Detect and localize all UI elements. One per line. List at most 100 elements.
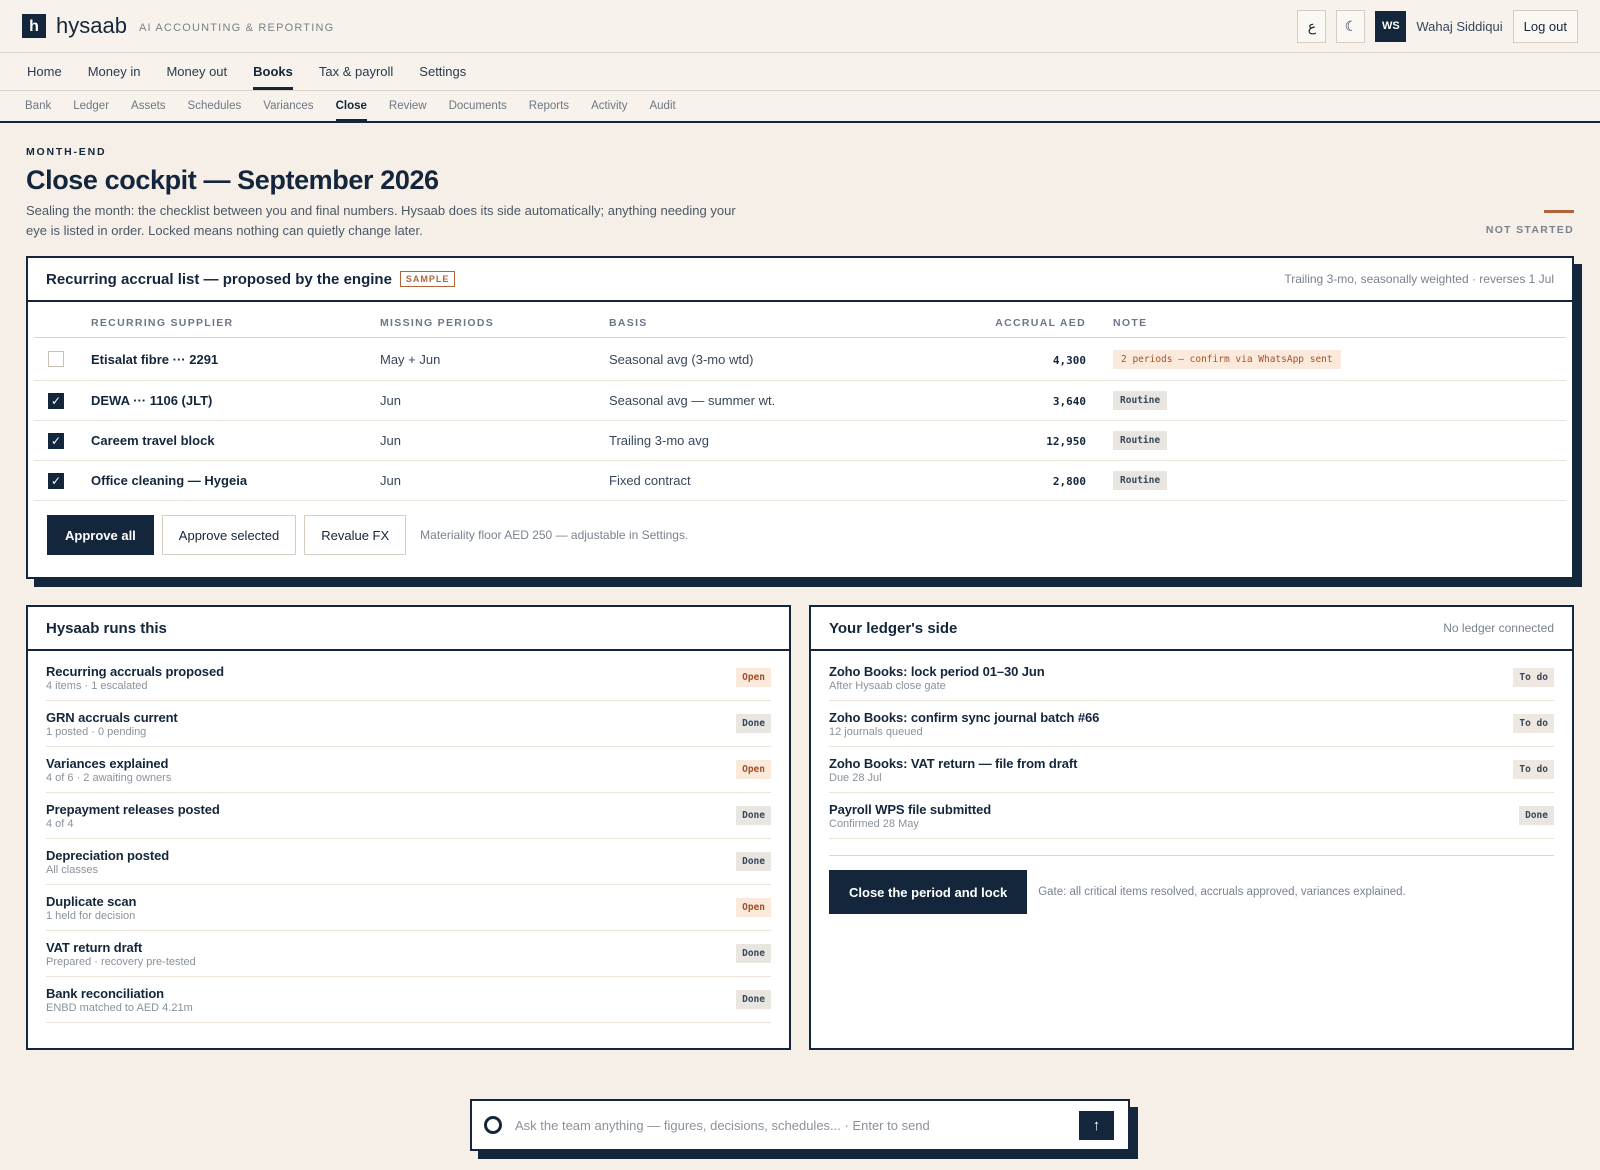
- subnav-item-review[interactable]: Review: [389, 91, 427, 121]
- checklist-item[interactable]: Depreciation posted All classes Done: [46, 839, 771, 885]
- hysaab-side-header: Hysaab runs this: [28, 607, 789, 651]
- close-period-button[interactable]: Close the period and lock: [829, 870, 1028, 914]
- page-header: MONTH-END Close cockpit — September 2026…: [26, 146, 1574, 241]
- accrual-rows: Etisalat fibre ··· 2291 May + Jun Seasonal…: [34, 338, 1566, 501]
- subnav-item-variances[interactable]: Variances: [263, 91, 313, 121]
- theme-toggle-icon[interactable]: ☾: [1336, 9, 1366, 43]
- accrual-amount-cell: 2,800: [879, 473, 1086, 488]
- accrual-table-header: RECURRING SUPPLIER MISSING PERIODS BASIS…: [34, 302, 1566, 338]
- checklist-item[interactable]: Duplicate scan 1 held for decision Open: [46, 885, 771, 931]
- accrual-amount: 3,640: [1052, 395, 1086, 408]
- table-row: ✓ Office cleaning — Hygeia Jun Fixed contra…: [34, 461, 1566, 501]
- subnav-item-ledger[interactable]: Ledger: [73, 91, 109, 121]
- checklist-item-title: Depreciation posted: [46, 847, 170, 863]
- user-name[interactable]: Wahaj Siddiqui: [1416, 19, 1502, 34]
- logo-icon[interactable]: h: [22, 14, 46, 38]
- row-checkbox[interactable]: [48, 351, 64, 367]
- note-badge: Routine: [1113, 471, 1168, 490]
- nav-item-books[interactable]: Books: [253, 53, 293, 90]
- checklist-item[interactable]: Prepayment releases posted 4 of 4 Done: [46, 793, 771, 839]
- nav-item-tax-payroll[interactable]: Tax & payroll: [319, 53, 393, 90]
- checklist-item[interactable]: GRN accruals current 1 posted · 0 pending…: [46, 701, 771, 747]
- status-badge: Done: [736, 990, 771, 1009]
- approve-all-button[interactable]: Approve all: [47, 515, 154, 555]
- accrual-basis: Seasonal avg — summer wt.: [609, 393, 776, 408]
- table-row: ✓ DEWA ··· 1106 (JLT) Jun Seasonal avg — su…: [34, 381, 1566, 421]
- checklist-item-detail: 4 of 6 · 2 awaiting owners: [46, 771, 172, 784]
- language-toggle-button[interactable]: ع: [1297, 9, 1327, 43]
- missing-periods: Jun: [380, 433, 401, 448]
- subnav-item-schedules[interactable]: Schedules: [188, 91, 242, 121]
- ask-input[interactable]: Ask the team anything — figures, decisio…: [515, 1118, 930, 1133]
- checklist-item[interactable]: Payroll WPS file submitted Confirmed 28 M…: [829, 793, 1554, 839]
- checklist-item-detail: 4 items · 1 escalated: [46, 679, 148, 692]
- col-accrual: ACCRUAL AED: [995, 317, 1086, 329]
- avatar[interactable]: WS: [1375, 10, 1407, 42]
- row-checkbox[interactable]: ✓: [48, 472, 64, 489]
- ledger-side-header: Your ledger's side No ledger connected: [811, 607, 1572, 651]
- checklist-item-text: Duplicate scan 1 held for decision: [46, 894, 736, 922]
- checklist-item[interactable]: Zoho Books: VAT return — file from draft…: [829, 747, 1554, 793]
- row-select-cell: ✓: [34, 432, 91, 449]
- status-badge: Done: [736, 852, 771, 871]
- checklist-item-detail: ENBD matched to AED 4.21m: [46, 1001, 193, 1014]
- subnav-item-assets[interactable]: Assets: [131, 91, 166, 121]
- accrual-card-title: Recurring accrual list — proposed by the…: [46, 270, 392, 288]
- col-missing: MISSING PERIODS: [380, 317, 495, 329]
- checklist-item-title: Zoho Books: lock period 01–30 Jun: [829, 663, 1045, 679]
- accrual-basis: Seasonal avg (3-mo wtd): [609, 351, 754, 367]
- page-title: Close cockpit — September 2026: [26, 165, 439, 195]
- send-arrow-icon[interactable]: ↑: [1079, 1110, 1114, 1140]
- subnav-item-close[interactable]: Close: [335, 91, 367, 121]
- main-nav: Home Money in Money out Books Tax & payroll S…: [0, 53, 1600, 91]
- checklist-item-text: Zoho Books: VAT return — file from draft…: [829, 756, 1513, 784]
- checklist-item[interactable]: Variances explained 4 of 6 · 2 awaiting o…: [46, 747, 771, 793]
- status-badge: Done: [1519, 806, 1554, 825]
- hysaab-side-title: Hysaab runs this: [46, 619, 167, 637]
- nav-item-home[interactable]: Home: [27, 53, 62, 90]
- nav-item-settings[interactable]: Settings: [419, 53, 466, 90]
- checklist-item-title: Duplicate scan: [46, 893, 137, 909]
- accrual-amount-cell: 3,640: [879, 393, 1086, 408]
- status-badge: To do: [1513, 668, 1554, 687]
- accrual-table: RECURRING SUPPLIER MISSING PERIODS BASIS…: [34, 302, 1566, 501]
- checklist-item-detail: Prepared · recovery pre-tested: [46, 955, 196, 968]
- app-tagline: AI ACCOUNTING & REPORTING: [138, 21, 335, 34]
- row-checkbox[interactable]: ✓: [48, 432, 64, 449]
- hysaab-side-card: Hysaab runs this Recurring accruals prop…: [26, 605, 791, 1050]
- revalue-fx-button[interactable]: Revalue FX: [304, 515, 407, 555]
- checklist-item-detail: Confirmed 28 May: [829, 817, 919, 830]
- sample-badge: SAMPLE: [399, 271, 456, 287]
- ask-bar: Ask the team anything — figures, decisio…: [470, 1099, 1130, 1151]
- status-badge: Done: [736, 806, 771, 825]
- checklist-item-text: Zoho Books: confirm sync journal batch #…: [829, 710, 1513, 738]
- checklist-item-detail: 12 journals queued: [829, 725, 923, 738]
- accrual-actions: Approve all Approve selected Revalue FX …: [28, 501, 1572, 555]
- logout-button[interactable]: Log out: [1512, 9, 1578, 43]
- nav-item-money-out[interactable]: Money out: [166, 53, 227, 90]
- close-gate-text: Gate: all critical items resolved, accru…: [1038, 886, 1406, 898]
- checklist-item[interactable]: Zoho Books: lock period 01–30 Jun After H…: [829, 655, 1554, 701]
- subnav-item-reports[interactable]: Reports: [529, 91, 569, 121]
- accrual-amount: 12,950: [1046, 435, 1086, 448]
- checklist-item[interactable]: Recurring accruals proposed 4 items · 1 e…: [46, 655, 771, 701]
- checklist-item-text: GRN accruals current 1 posted · 0 pending: [46, 710, 736, 738]
- checklist-item-text: Variances explained 4 of 6 · 2 awaiting o…: [46, 756, 736, 784]
- subnav-item-documents[interactable]: Documents: [449, 91, 507, 121]
- subnav-item-audit[interactable]: Audit: [649, 91, 675, 121]
- nav-item-money-in[interactable]: Money in: [88, 53, 141, 90]
- approve-selected-button[interactable]: Approve selected: [161, 515, 297, 555]
- app-name[interactable]: hysaab: [56, 13, 127, 39]
- supplier-name: Etisalat fibre ··· 2291: [91, 351, 219, 367]
- page-eyebrow: MONTH-END: [26, 146, 107, 158]
- checklist-item-detail: All classes: [46, 863, 98, 876]
- subnav-item-activity[interactable]: Activity: [591, 91, 627, 121]
- checklist-item[interactable]: Zoho Books: confirm sync journal batch #…: [829, 701, 1554, 747]
- ledger-side-title: Your ledger's side: [829, 619, 958, 637]
- checklist-item[interactable]: VAT return draft Prepared · recovery pre-…: [46, 931, 771, 977]
- checklist-item-text: Depreciation posted All classes: [46, 848, 736, 876]
- checklist-item[interactable]: Bank reconciliation ENBD matched to AED 4…: [46, 977, 771, 1023]
- subnav-item-bank[interactable]: Bank: [25, 91, 51, 121]
- row-checkbox[interactable]: ✓: [48, 392, 64, 409]
- missing-periods: May + Jun: [380, 351, 441, 367]
